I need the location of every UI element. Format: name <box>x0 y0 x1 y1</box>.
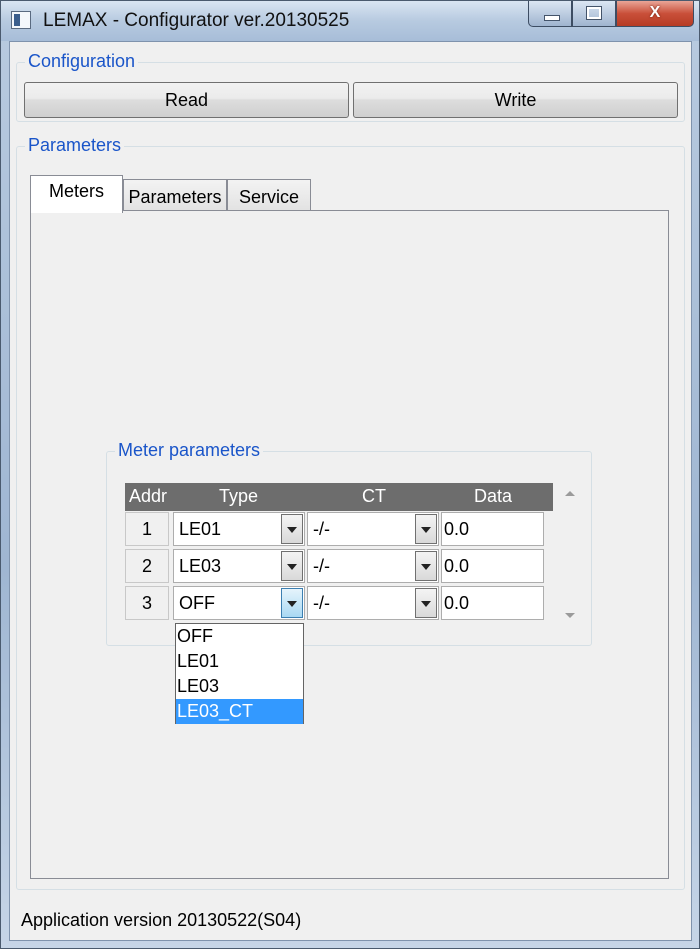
row-2-type-dropdown-icon[interactable] <box>281 551 303 581</box>
read-button[interactable]: Read <box>24 82 349 118</box>
row-1-addr: 1 <box>125 512 169 546</box>
row-3-ct-dropdown-icon[interactable] <box>415 588 437 618</box>
tab-service[interactable]: Service <box>227 179 311 213</box>
row-1-ct-value: -/- <box>313 519 330 539</box>
status-bar: Application version 20130522(S04) <box>21 910 302 930</box>
dropdown-option-le03[interactable]: LE03 <box>176 674 303 699</box>
row-2-data-field[interactable]: 0.0 <box>441 549 544 583</box>
tab-meters[interactable]: Meters <box>30 175 123 213</box>
window-title: LEMAX - Configurator ver.20130525 <box>43 10 350 31</box>
maximize-icon <box>586 6 602 20</box>
row-2-ct-value: -/- <box>313 556 330 576</box>
parameters-group-label: Parameters <box>25 135 125 156</box>
tab-parameters[interactable]: Parameters <box>123 179 227 213</box>
dropdown-option-off[interactable]: OFF <box>176 624 303 649</box>
close-icon: X <box>649 4 661 21</box>
row-3-type-dropdown-icon[interactable] <box>281 588 303 618</box>
row-2-data-value: 0.0 <box>444 556 470 576</box>
grid-header: Addr Type CT Data <box>125 483 553 511</box>
configuration-group-label: Configuration <box>25 51 139 72</box>
row-1-ct-dropdown-icon[interactable] <box>415 514 437 544</box>
write-button[interactable]: Write <box>353 82 678 118</box>
row-3-addr: 3 <box>125 586 169 620</box>
row-3-ct-value: -/- <box>313 593 330 613</box>
column-header-addr: Addr <box>129 486 168 506</box>
scroll-up-icon[interactable] <box>565 491 575 496</box>
minimize-icon <box>544 15 560 21</box>
column-header-data: Data <box>474 486 513 506</box>
grid-scrollbar[interactable] <box>560 483 580 623</box>
row-1-type-value: LE01 <box>179 519 222 539</box>
row-1-data-field[interactable]: 0.0 <box>441 512 544 546</box>
close-button[interactable]: X <box>616 1 694 27</box>
row-2-type-value: LE03 <box>179 556 222 576</box>
column-header-type: Type <box>219 486 259 506</box>
type-dropdown-list: OFF LE01 LE03 LE03_CT <box>175 623 304 724</box>
row-1-type-dropdown-icon[interactable] <box>281 514 303 544</box>
client-area: Configuration Read Write Parameters Mete… <box>9 41 692 941</box>
minimize-button[interactable] <box>528 1 572 27</box>
row-3-data-value: 0.0 <box>444 593 470 613</box>
maximize-button[interactable] <box>572 1 616 27</box>
row-2-ct-dropdown-icon[interactable] <box>415 551 437 581</box>
row-1-data-value: 0.0 <box>444 519 470 539</box>
row-3-type-value: OFF <box>179 593 215 613</box>
dropdown-option-le01[interactable]: LE01 <box>176 649 303 674</box>
app-icon <box>11 11 31 29</box>
column-header-ct: CT <box>362 486 386 506</box>
title-bar[interactable]: LEMAX - Configurator ver.20130525 X <box>1 1 699 41</box>
app-window: LEMAX - Configurator ver.20130525 X Conf… <box>0 0 700 949</box>
row-3-data-field[interactable]: 0.0 <box>441 586 544 620</box>
scroll-down-icon[interactable] <box>565 613 575 618</box>
dropdown-option-le03-ct[interactable]: LE03_CT <box>176 699 303 724</box>
meter-parameters-group-label: Meter parameters <box>115 440 264 461</box>
row-2-addr: 2 <box>125 549 169 583</box>
